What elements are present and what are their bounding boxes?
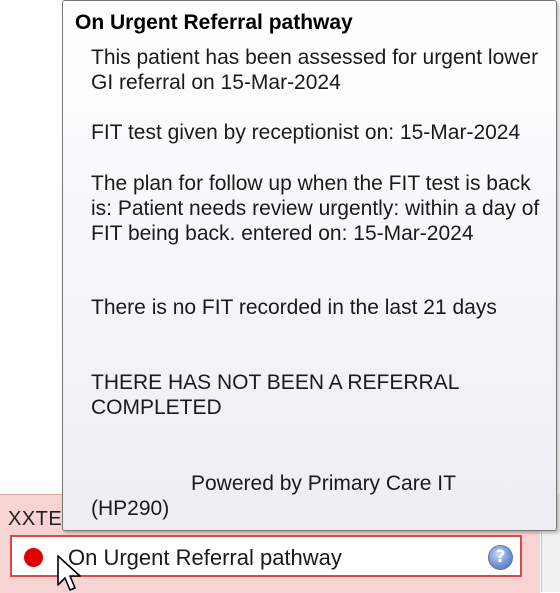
tooltip-paragraph-fit-given: FIT test given by receptionist on: 15-Ma… xyxy=(91,121,521,144)
status-indicator-dot xyxy=(24,548,43,567)
mouse-cursor-icon xyxy=(57,555,81,591)
tooltip-paragraph-follow-up-plan: The plan for follow up when the FIT test… xyxy=(91,172,540,245)
tooltip-footer: Powered by Primary Care IT (HP290) xyxy=(91,471,553,521)
tooltip-paragraph-no-fit: There is no FIT recorded in the last 21 … xyxy=(91,296,497,319)
tooltip-code: (HP290) xyxy=(91,497,170,520)
tooltip: On Urgent Referral pathway This patient … xyxy=(62,0,557,531)
help-icon[interactable]: ? xyxy=(488,545,513,570)
panel-label: XXTE xyxy=(8,508,63,530)
tooltip-paragraph-assessment: This patient has been assessed for urgen… xyxy=(91,46,539,94)
tooltip-powered-by: Powered by Primary Care IT xyxy=(191,472,456,495)
tooltip-paragraph-no-referral: THERE HAS NOT BEEN A REFERRAL COMPLETED xyxy=(91,371,459,419)
status-text[interactable]: On Urgent Referral pathway xyxy=(68,545,342,571)
tooltip-title: On Urgent Referral pathway xyxy=(75,11,353,34)
